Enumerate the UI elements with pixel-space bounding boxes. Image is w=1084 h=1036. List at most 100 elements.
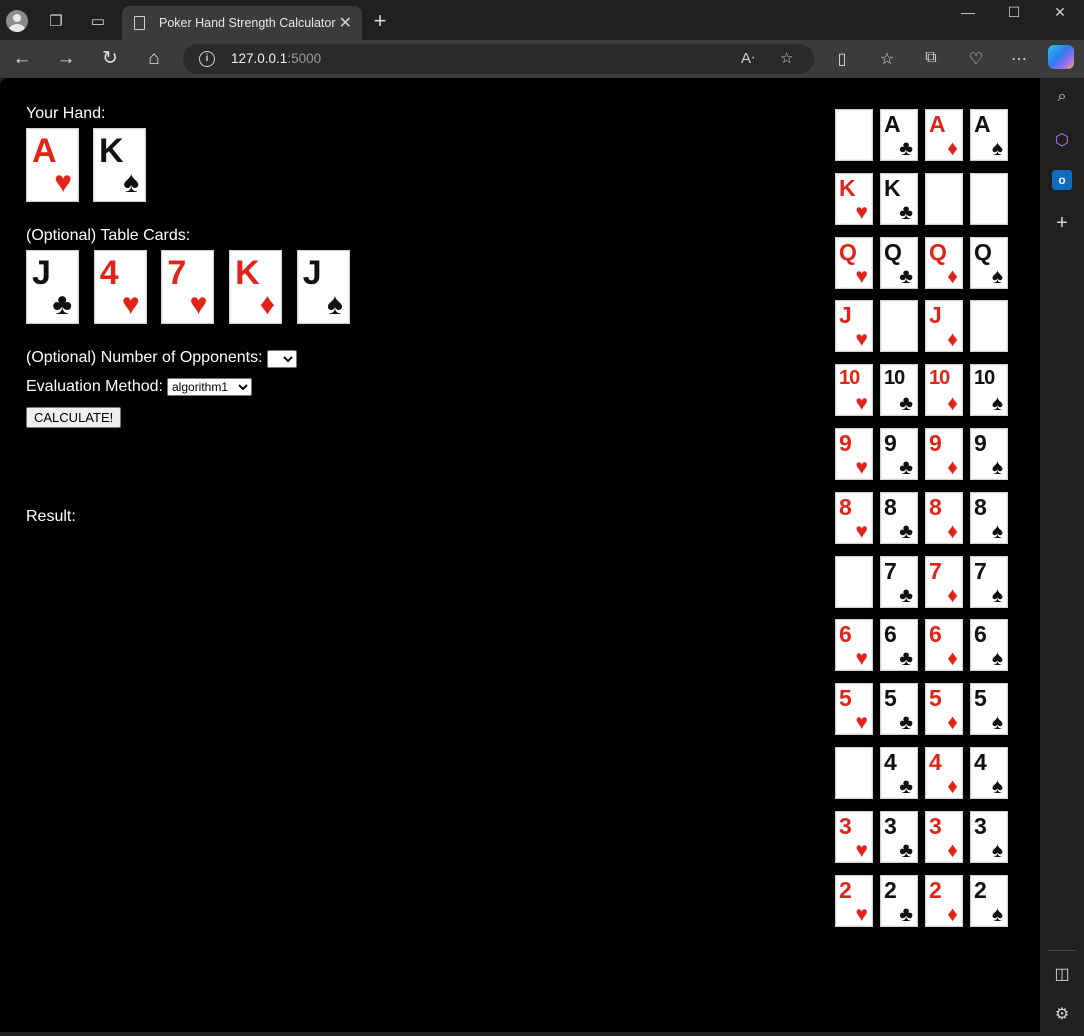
add-sidebar-app-icon[interactable]: +: [1052, 212, 1072, 234]
split-screen-icon[interactable]: ▯: [831, 49, 853, 69]
deck-card[interactable]: 8 ♠: [970, 491, 1008, 544]
deck-card[interactable]: Q ♥: [835, 236, 873, 289]
tab-title: Poker Hand Strength Calculator: [159, 16, 336, 30]
deck-card[interactable]: 6 ♥: [835, 619, 873, 672]
deck-card[interactable]: 5 ♠: [970, 683, 1008, 736]
deck-card[interactable]: 9 ♥: [835, 428, 873, 480]
deck-card[interactable]: 8 ♦: [925, 491, 963, 544]
empty-card-slot[interactable]: [835, 109, 873, 161]
deck-card[interactable]: 5 ♣: [880, 683, 918, 736]
deck-card[interactable]: A ♠: [970, 109, 1008, 161]
deck-card[interactable]: 2 ♠: [970, 874, 1008, 927]
browser-tab[interactable]: Poker Hand Strength Calculator ✕: [122, 6, 362, 40]
favorite-star-icon[interactable]: ☆: [780, 49, 793, 67]
tab-actions-icon[interactable]: ▭: [85, 8, 111, 34]
settings-gear-icon[interactable]: ⚙: [1052, 1004, 1072, 1024]
copilot-icon[interactable]: [1048, 45, 1074, 69]
workspaces-icon[interactable]: ❐: [43, 8, 69, 34]
new-tab-icon[interactable]: +: [368, 9, 392, 33]
deck-card[interactable]: 8 ♣: [880, 491, 918, 544]
address-bar[interactable]: i 127.0.0.1:5000 Aᐧ ☆: [183, 44, 814, 74]
hand-card[interactable]: A ♥: [26, 128, 79, 202]
back-icon[interactable]: ←: [8, 46, 36, 72]
deck-card[interactable]: 9 ♣: [880, 428, 918, 480]
home-icon[interactable]: ⌂: [140, 46, 168, 72]
deck-card[interactable]: 3 ♠: [970, 810, 1008, 863]
table-card[interactable]: 7 ♥: [161, 250, 215, 324]
deck-card[interactable]: 2 ♥: [835, 874, 873, 927]
deck-card[interactable]: 10 ♦: [925, 364, 963, 417]
profile-avatar-icon[interactable]: [4, 8, 30, 34]
hand-card[interactable]: K ♠: [93, 128, 146, 202]
deck-card[interactable]: A ♦: [925, 109, 963, 161]
close-window-icon[interactable]: ✕: [1045, 4, 1075, 24]
deck-card[interactable]: 3 ♦: [925, 810, 963, 863]
deck-card[interactable]: 7 ♦: [925, 555, 963, 608]
empty-card-slot[interactable]: [970, 172, 1008, 225]
opponents-select[interactable]: [267, 350, 297, 368]
deck-card[interactable]: 6 ♦: [925, 619, 963, 672]
minimize-icon[interactable]: —: [953, 4, 983, 24]
diamond-suit-icon: ♦: [947, 519, 958, 543]
deck-card[interactable]: 9 ♠: [970, 428, 1008, 480]
opponents-label: (Optional) Number of Opponents:: [26, 349, 263, 366]
card-rank: 9: [929, 430, 942, 456]
empty-card-slot[interactable]: [970, 300, 1008, 353]
deck-card[interactable]: 2 ♣: [880, 874, 918, 927]
deck-card[interactable]: 4 ♣: [880, 747, 918, 799]
your-hand-label: Your Hand:: [26, 105, 106, 122]
club-suit-icon: ♣: [899, 519, 913, 543]
maximize-icon[interactable]: ☐: [999, 4, 1029, 24]
deck-card[interactable]: Q ♠: [970, 236, 1008, 289]
deck-card[interactable]: J ♦: [925, 300, 963, 353]
table-card[interactable]: K ♦: [229, 250, 283, 324]
read-aloud-icon[interactable]: Aᐧ: [741, 49, 755, 67]
deck-card[interactable]: 7 ♣: [880, 555, 918, 608]
copilot-sidebar-icon[interactable]: ⬡: [1052, 130, 1072, 150]
performance-icon[interactable]: ♡: [965, 49, 987, 69]
table-card[interactable]: J ♣: [26, 250, 79, 324]
deck-card[interactable]: 3 ♣: [880, 810, 918, 863]
card-rank: Q: [884, 238, 902, 265]
collections-icon[interactable]: ⧉: [920, 49, 942, 67]
more-menu-icon[interactable]: ⋯: [1008, 49, 1030, 69]
deck-card[interactable]: Q ♣: [880, 236, 918, 289]
deck-card[interactable]: 6 ♠: [970, 619, 1008, 672]
card-rank: 4: [929, 749, 942, 775]
url-text[interactable]: 127.0.0.1:5000: [231, 51, 321, 66]
site-info-icon[interactable]: i: [199, 51, 215, 67]
deck-card[interactable]: 5 ♦: [925, 683, 963, 736]
evaluation-method-select[interactable]: algorithm1: [167, 378, 252, 396]
table-card[interactable]: J ♠: [296, 250, 350, 324]
deck-card[interactable]: K ♥: [835, 172, 873, 225]
table-card[interactable]: 4 ♥: [93, 250, 147, 324]
deck-card[interactable]: 10 ♣: [880, 364, 918, 417]
deck-card[interactable]: 2 ♦: [925, 874, 963, 927]
empty-card-slot[interactable]: [835, 555, 873, 608]
deck-card[interactable]: 10 ♥: [835, 364, 873, 417]
empty-card-slot[interactable]: [835, 747, 873, 799]
refresh-icon[interactable]: ↻: [96, 46, 124, 72]
deck-card[interactable]: Q ♦: [925, 236, 963, 289]
calculate-button[interactable]: CALCULATE!: [26, 407, 122, 428]
deck-card[interactable]: 4 ♦: [925, 747, 963, 799]
deck-card[interactable]: 9 ♦: [925, 428, 963, 480]
outlook-icon[interactable]: o: [1052, 170, 1072, 190]
deck-card[interactable]: 4 ♠: [970, 747, 1008, 799]
deck-card[interactable]: K ♣: [880, 172, 918, 225]
empty-card-slot[interactable]: [925, 172, 963, 225]
search-icon[interactable]: ⌕: [1052, 88, 1072, 108]
deck-card[interactable]: 7 ♠: [970, 555, 1008, 608]
empty-card-slot[interactable]: [880, 300, 918, 353]
hide-sidebar-icon[interactable]: ◫: [1052, 964, 1072, 984]
forward-icon[interactable]: →: [52, 46, 80, 72]
deck-card[interactable]: 10 ♠: [970, 364, 1008, 417]
deck-card[interactable]: 5 ♥: [835, 683, 873, 736]
deck-card[interactable]: 8 ♥: [835, 491, 873, 544]
favorites-icon[interactable]: ☆: [876, 49, 898, 69]
deck-card[interactable]: J ♥: [835, 300, 873, 353]
close-tab-icon[interactable]: ✕: [339, 13, 352, 33]
deck-card[interactable]: 3 ♥: [835, 810, 873, 863]
deck-card[interactable]: 6 ♣: [880, 619, 918, 672]
deck-card[interactable]: A ♣: [880, 109, 918, 161]
